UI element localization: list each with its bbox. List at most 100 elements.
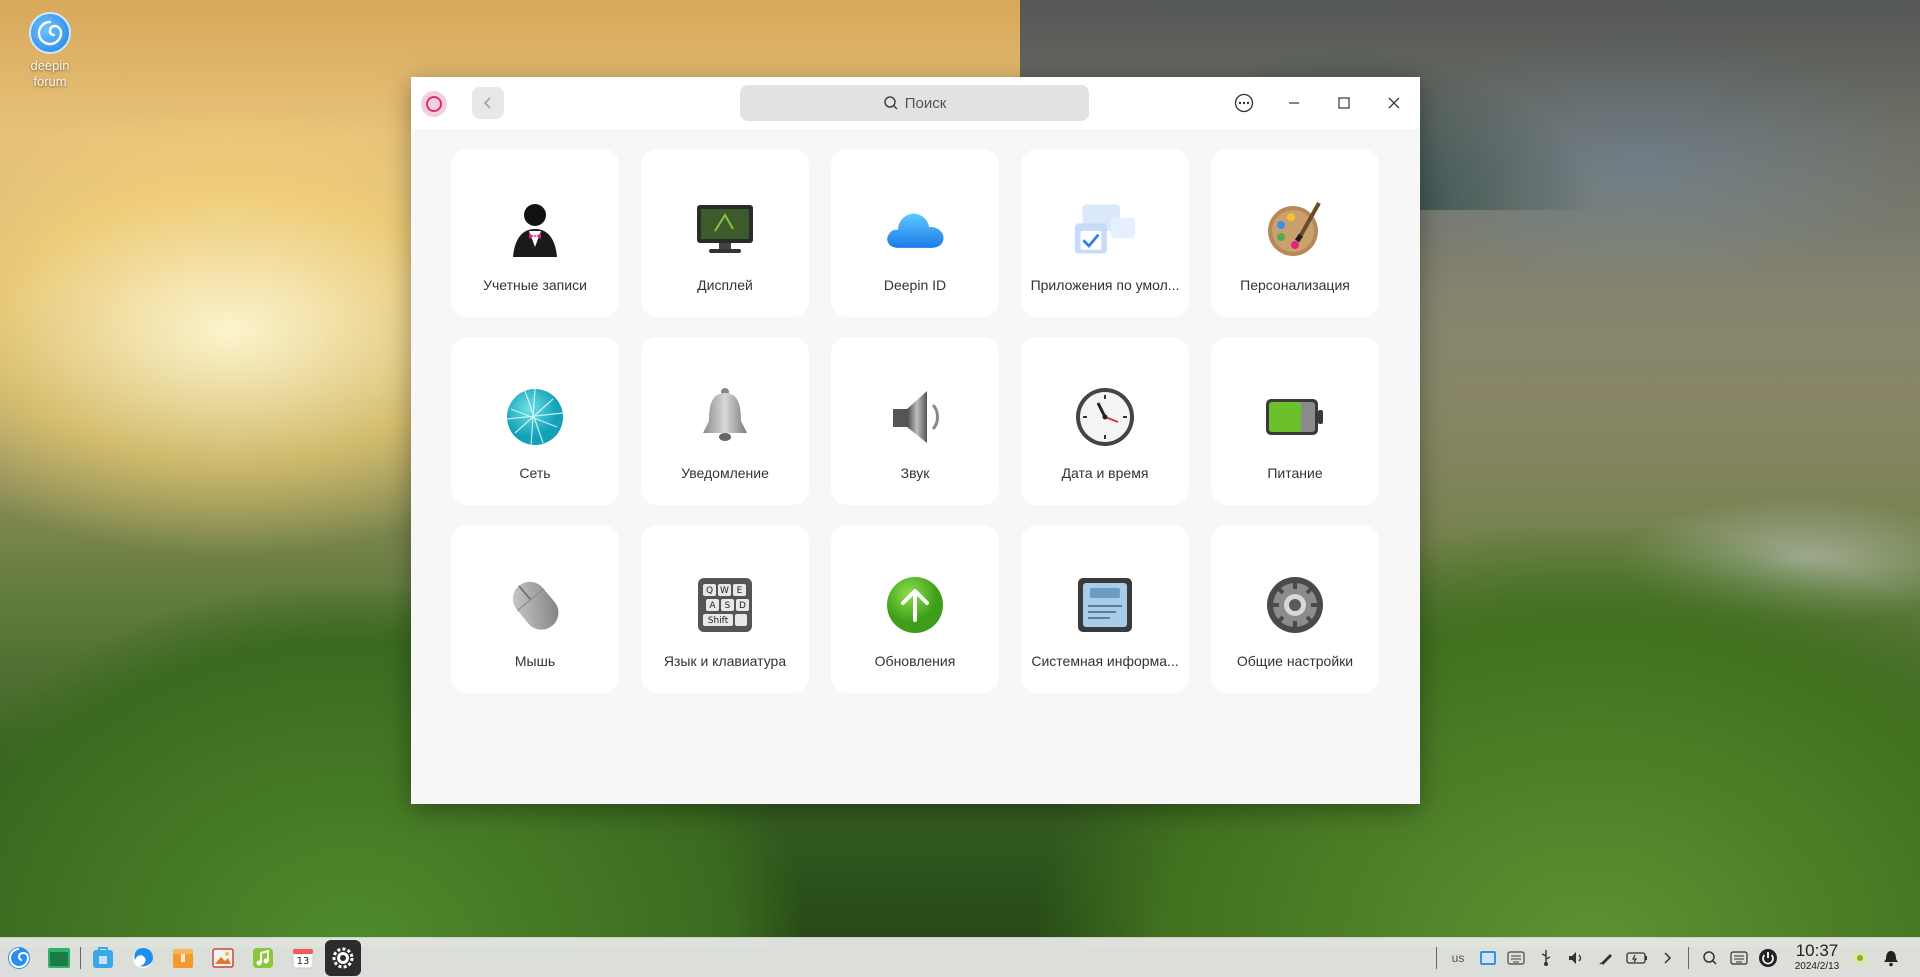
- palette-icon: [1263, 197, 1327, 261]
- tray-pen[interactable]: [1595, 946, 1617, 970]
- usb-icon: [1541, 950, 1551, 966]
- tray-onscreen-keyboard[interactable]: [1505, 946, 1527, 970]
- battery-icon: [1263, 385, 1327, 449]
- browser-icon: [133, 948, 153, 968]
- tile-label: Общие настройки: [1236, 653, 1354, 669]
- titlebar: Поиск: [411, 77, 1420, 129]
- tile-language-keyboard[interactable]: Q W E A S D Shift Язык и клавиатура: [641, 525, 809, 693]
- taskbar-app-terminal[interactable]: [44, 943, 74, 973]
- taskbar-separator: [80, 947, 81, 969]
- minimize-icon: [1289, 102, 1299, 104]
- chevron-right-icon: [1664, 952, 1672, 964]
- svg-text:W: W: [720, 586, 729, 596]
- tray-expand-button[interactable]: [1656, 946, 1678, 970]
- power-icon: [1759, 949, 1777, 967]
- svg-text:Q: Q: [706, 586, 713, 596]
- svg-text:S: S: [725, 601, 731, 611]
- tray-battery[interactable]: [1626, 946, 1648, 970]
- taskbar-app-browser[interactable]: [128, 943, 158, 973]
- tile-system-info[interactable]: Системная информа...: [1021, 525, 1189, 693]
- svg-text:D: D: [739, 601, 746, 611]
- system-info-icon: [1073, 573, 1137, 637]
- taskbar-app-archive[interactable]: [168, 943, 198, 973]
- keyboard-layout-indicator[interactable]: us: [1445, 946, 1471, 970]
- update-arrow-icon: [883, 573, 947, 637]
- tile-network[interactable]: Сеть: [451, 337, 619, 505]
- tile-label: Звук: [900, 465, 930, 481]
- tile-power[interactable]: Питание: [1211, 337, 1379, 505]
- gear-icon: [1263, 573, 1327, 637]
- screenshot-icon: [1480, 951, 1496, 965]
- search-icon: [1703, 951, 1717, 965]
- more-options-icon: [1234, 93, 1254, 113]
- tile-mouse[interactable]: Мышь: [451, 525, 619, 693]
- close-button[interactable]: [1380, 89, 1408, 117]
- desktop-icon-deepin-forum[interactable]: deepin forum: [18, 12, 82, 90]
- keyboard-layout-label: us: [1451, 951, 1465, 965]
- speaker-icon: [883, 385, 947, 449]
- clock[interactable]: 10:37 2024/2/13: [1790, 941, 1844, 973]
- tray-keyboard[interactable]: [1728, 946, 1750, 970]
- taskbar-app-image-viewer[interactable]: [208, 943, 238, 973]
- tray-screenshot[interactable]: [1477, 946, 1499, 970]
- tile-label: Персонализация: [1240, 277, 1350, 293]
- taskbar-app-calendar[interactable]: 13: [288, 943, 318, 973]
- clock-date: 2024/2/13: [1794, 961, 1840, 972]
- tile-date-time[interactable]: Дата и время: [1021, 337, 1189, 505]
- keyboard-icon: [1730, 951, 1748, 965]
- taskbar-app-music[interactable]: [248, 943, 278, 973]
- bell-icon: [693, 385, 757, 449]
- menu-button[interactable]: [1230, 89, 1258, 117]
- tile-label: Дата и время: [1061, 465, 1149, 481]
- maximize-button[interactable]: [1330, 89, 1358, 117]
- bell-icon: [1884, 951, 1898, 967]
- tray-usb[interactable]: [1535, 946, 1557, 970]
- image-viewer-icon: [212, 948, 234, 968]
- tray-power[interactable]: [1757, 946, 1779, 970]
- default-apps-icon: [1073, 197, 1137, 261]
- tray-app-indicator[interactable]: [1849, 946, 1871, 970]
- tile-accounts[interactable]: Учетные записи: [451, 149, 619, 317]
- search-icon: [883, 96, 898, 110]
- search-input[interactable]: Поиск: [740, 85, 1089, 121]
- settings-grid: Учетные записи Дисплей Deepin ID Приложе…: [451, 149, 1379, 693]
- maximize-icon: [1338, 97, 1350, 109]
- tile-default-apps[interactable]: Приложения по умол...: [1021, 149, 1189, 317]
- close-icon: [1388, 97, 1400, 109]
- tile-sound[interactable]: Звук: [831, 337, 999, 505]
- tray-notifications[interactable]: [1880, 946, 1902, 970]
- taskbar-app-store[interactable]: [88, 943, 118, 973]
- tile-label: Питание: [1267, 465, 1323, 481]
- control-center-window: Поиск Учетные записи Дисплей Deepin ID П…: [411, 77, 1420, 804]
- tile-label: Мышь: [514, 653, 556, 669]
- back-button[interactable]: [472, 87, 504, 119]
- taskbar: 13 us 10:37 2024/2/13: [0, 937, 1920, 977]
- tile-label: Deepin ID: [883, 277, 947, 293]
- taskbar-app-control-center-active[interactable]: [325, 940, 361, 976]
- network-icon: [503, 385, 567, 449]
- tile-label: Язык и клавиатура: [663, 653, 787, 669]
- tile-label: Уведомление: [681, 465, 769, 481]
- tile-label: Дисплей: [697, 277, 753, 293]
- tile-label: Учетные записи: [483, 277, 587, 293]
- svg-text:A: A: [709, 601, 716, 611]
- launcher-button[interactable]: [4, 943, 34, 973]
- deepin-logo-icon: [29, 12, 71, 54]
- tile-label: Обновления: [874, 653, 956, 669]
- minimize-button[interactable]: [1280, 89, 1308, 117]
- desktop-icon-label: deepin forum: [30, 58, 70, 89]
- control-center-app-icon: [421, 91, 447, 117]
- accounts-icon: [503, 197, 567, 261]
- tile-personalization[interactable]: Персонализация: [1211, 149, 1379, 317]
- tile-display[interactable]: Дисплей: [641, 149, 809, 317]
- tile-general-settings[interactable]: Общие настройки: [1211, 525, 1379, 693]
- tray-search[interactable]: [1699, 946, 1721, 970]
- tile-notification[interactable]: Уведомление: [641, 337, 809, 505]
- tray-volume[interactable]: [1565, 946, 1587, 970]
- tile-deepin-id[interactable]: Deepin ID: [831, 149, 999, 317]
- calendar-day: 13: [296, 956, 310, 967]
- cloud-icon: [883, 197, 947, 261]
- clock-time: 10:37: [1795, 941, 1839, 960]
- deepin-launcher-icon: [8, 947, 30, 969]
- tile-updates[interactable]: Обновления: [831, 525, 999, 693]
